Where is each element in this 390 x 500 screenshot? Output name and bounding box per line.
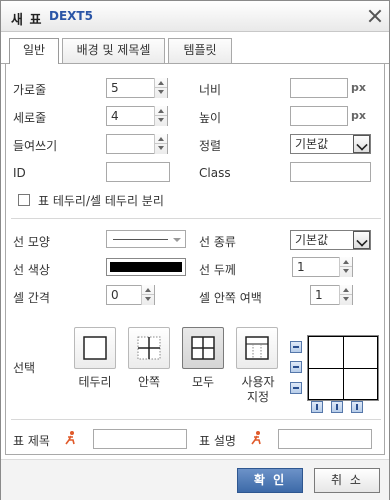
line-color-swatch — [110, 262, 182, 272]
line-type-select[interactable]: 기본값 — [290, 230, 371, 250]
inner-border-icon — [137, 336, 161, 360]
chevron-down-icon[interactable] — [353, 231, 370, 249]
cols-label: 세로줄 — [13, 111, 47, 125]
outer-border-label: 테두리 — [78, 375, 112, 389]
middle-border-toggle-icon[interactable] — [290, 361, 302, 373]
indent-input[interactable] — [106, 134, 168, 154]
tab-general-label: 일반 — [22, 43, 46, 57]
close-icon[interactable] — [368, 9, 382, 23]
cols-stepper[interactable] — [154, 106, 167, 126]
line-color-picker[interactable] — [106, 258, 186, 276]
cell-padding-label: 셀 안쪽 여백 — [199, 291, 262, 305]
line-width-label: 선 두께 — [199, 263, 236, 277]
table-title-input[interactable] — [93, 429, 187, 449]
outer-border-button[interactable] — [74, 327, 116, 369]
tab-template[interactable]: 템플릿 — [168, 38, 232, 63]
selection-label: 선택 — [13, 361, 36, 375]
tab-background-header[interactable]: 배경 및 제목셀 — [62, 38, 165, 63]
line-type-value: 기본값 — [295, 233, 329, 247]
class-input[interactable] — [290, 162, 371, 182]
rows-label: 가로줄 — [13, 83, 47, 97]
border-preview — [307, 335, 379, 401]
line-type-label: 선 종류 — [199, 235, 236, 249]
separate-border-checkbox[interactable] — [18, 194, 30, 206]
cancel-button[interactable]: 취 소 — [314, 468, 380, 493]
custom-border-label: 사용자 지정 — [241, 375, 275, 404]
width-unit: px — [351, 81, 366, 94]
height-label: 높이 — [199, 111, 222, 125]
height-unit: px — [351, 109, 366, 122]
outer-border-icon — [83, 336, 107, 360]
accessibility-icon — [251, 431, 261, 445]
width-label: 너비 — [199, 83, 222, 97]
cell-padding-value: 1 — [315, 288, 323, 302]
chevron-down-icon[interactable] — [353, 135, 370, 153]
rows-input[interactable]: 5 — [106, 78, 168, 98]
cell-spacing-label: 셀 간격 — [13, 291, 50, 305]
new-table-dialog: 새 표 DEXT5 일반 배경 및 제목셀 템플릿 가로줄 5 너비 px 세로… — [0, 0, 390, 500]
bottom-border-toggle-icon[interactable] — [290, 382, 302, 394]
align-select[interactable]: 기본값 — [290, 134, 371, 154]
tab-template-label: 템플릿 — [183, 43, 217, 57]
right-border-toggle-icon[interactable] — [351, 401, 363, 413]
all-border-label: 모두 — [191, 375, 215, 389]
separate-border-label: 표 테두리/셀 테두리 분리 — [38, 194, 164, 208]
rows-stepper[interactable] — [154, 78, 167, 98]
inner-border-button[interactable] — [128, 327, 170, 369]
table-summary-input[interactable] — [278, 429, 372, 449]
brand-label: DEXT5 — [49, 9, 93, 23]
line-color-label: 선 색상 — [13, 263, 50, 277]
id-input[interactable] — [106, 162, 170, 182]
tab-general[interactable]: 일반 — [9, 38, 59, 64]
table-title-label: 표 제목 — [13, 434, 50, 448]
line-style-select[interactable] — [106, 230, 186, 248]
custom-border-icon — [245, 336, 269, 360]
class-label: Class — [199, 166, 231, 180]
all-border-icon — [191, 336, 215, 360]
dialog-title: 새 표 — [11, 13, 43, 28]
all-border-button[interactable] — [182, 327, 224, 369]
top-border-toggle-icon[interactable] — [290, 341, 302, 353]
width-input[interactable] — [290, 78, 348, 98]
left-border-toggle-icon[interactable] — [311, 401, 323, 413]
accessibility-icon — [65, 431, 75, 445]
align-label: 정렬 — [199, 139, 222, 153]
cell-padding-input[interactable]: 1 — [310, 285, 353, 305]
id-label: ID — [13, 166, 26, 180]
cell-spacing-input[interactable]: 0 — [106, 285, 155, 305]
align-value: 기본값 — [295, 137, 329, 151]
line-width-stepper[interactable] — [339, 257, 352, 277]
cell-spacing-stepper[interactable] — [141, 285, 154, 305]
indent-stepper[interactable] — [154, 134, 167, 154]
cell-padding-stepper[interactable] — [339, 285, 352, 305]
rows-value: 5 — [111, 81, 119, 95]
cancel-button-label: 취 소 — [331, 473, 363, 487]
preview-horizontal-line — [308, 368, 378, 369]
ok-button-label: 확 인 — [253, 473, 287, 487]
center-border-toggle-icon[interactable] — [331, 401, 343, 413]
cell-spacing-value: 0 — [111, 288, 119, 302]
line-width-input[interactable]: 1 — [292, 257, 353, 277]
line-width-value: 1 — [297, 260, 305, 274]
title-bar: 새 표 DEXT5 — [1, 1, 389, 32]
custom-border-button[interactable] — [236, 327, 278, 369]
section-divider-2 — [11, 419, 381, 420]
inner-border-label: 안쪽 — [137, 375, 161, 389]
height-input[interactable] — [290, 106, 348, 126]
cols-value: 4 — [111, 109, 119, 123]
section-divider — [11, 218, 381, 219]
table-summary-label: 표 설명 — [199, 434, 236, 448]
ok-button[interactable]: 확 인 — [237, 468, 303, 493]
tab-background-header-label: 배경 및 제목셀 — [76, 43, 151, 57]
cols-input[interactable]: 4 — [106, 106, 168, 126]
line-style-label: 선 모양 — [13, 235, 50, 249]
indent-label: 들여쓰기 — [13, 139, 58, 153]
